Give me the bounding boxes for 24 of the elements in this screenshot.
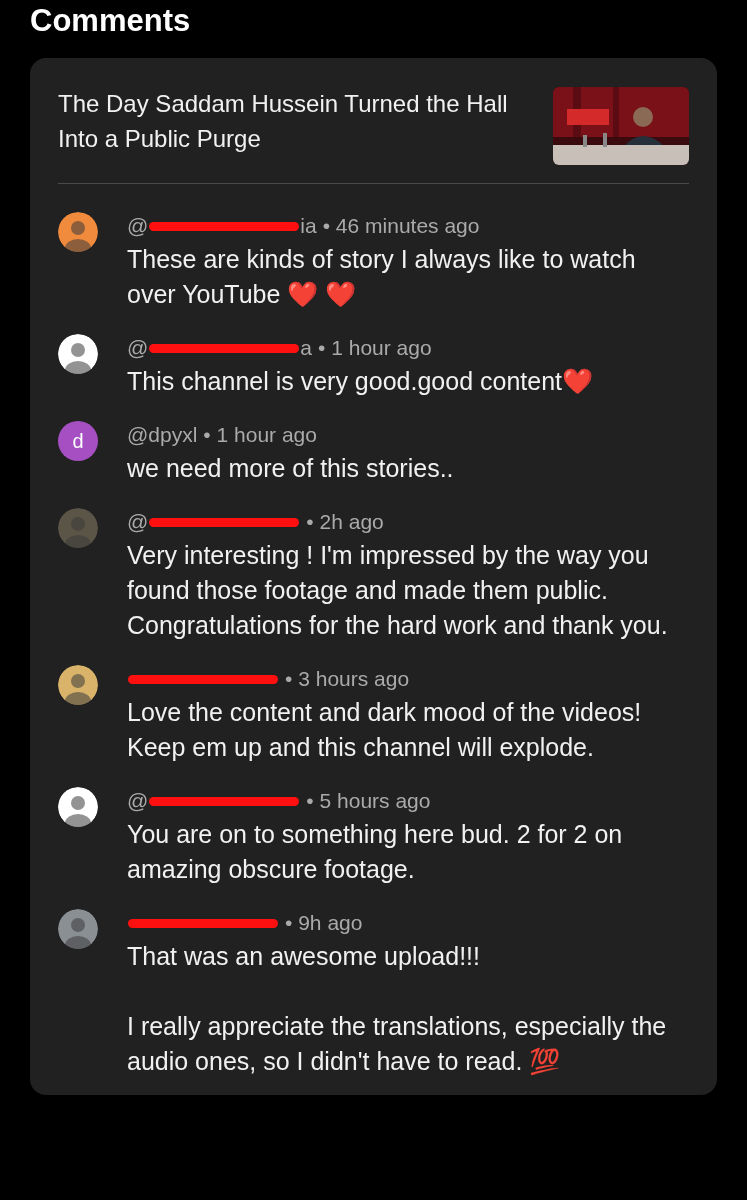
comment-text: This channel is very good.good content❤ — [127, 366, 594, 397]
comment-time: • 1 hour ago — [203, 422, 317, 448]
comment-time: • 9h ago — [285, 910, 363, 936]
user-handle[interactable]: a — [300, 334, 312, 362]
avatar: d — [58, 421, 98, 461]
video-title[interactable]: The Day Saddam Hussein Turned the Hall Into a Public Purge — [58, 86, 538, 156]
comment-time: • 5 hours ago — [306, 788, 431, 814]
comment-time: • 3 hours ago — [285, 666, 410, 692]
comment-text: These are kinds of story I always like to watch over YouTube ❤ ❤ — [127, 244, 637, 310]
user-handle[interactable]: @ — [127, 508, 149, 536]
comment-time: • 1 hour ago — [318, 335, 432, 361]
comment-text: That was an awesome upload!!! I really appreciate the translations, especially the audio ones, so I didn't have to read. 💯 — [127, 941, 668, 1077]
page-title: Comments — [30, 4, 192, 38]
comment-text: You are on to something here bud. 2 for 2 on amazing obscure footage. — [127, 819, 624, 885]
user-handle[interactable]: ia — [300, 212, 317, 240]
comment-text: Love the content and dark mood of the videos! Keep em up and this channel will explode. — [127, 697, 643, 763]
user-handle[interactable]: @ — [127, 787, 149, 815]
user-handle[interactable]: @ — [127, 212, 149, 240]
comment-text: we need more of this stories.. — [127, 453, 455, 484]
user-handle[interactable]: @ — [127, 334, 149, 362]
comment-time: • 46 minutes ago — [322, 213, 480, 239]
user-handle[interactable]: @dpyxl — [127, 421, 198, 449]
comment-time: • 2h ago — [306, 509, 384, 535]
comment-text: Very interesting ! I'm impressed by the way you found those footage and made them public. Congratulations for the hard work and thank you. — [127, 540, 669, 641]
